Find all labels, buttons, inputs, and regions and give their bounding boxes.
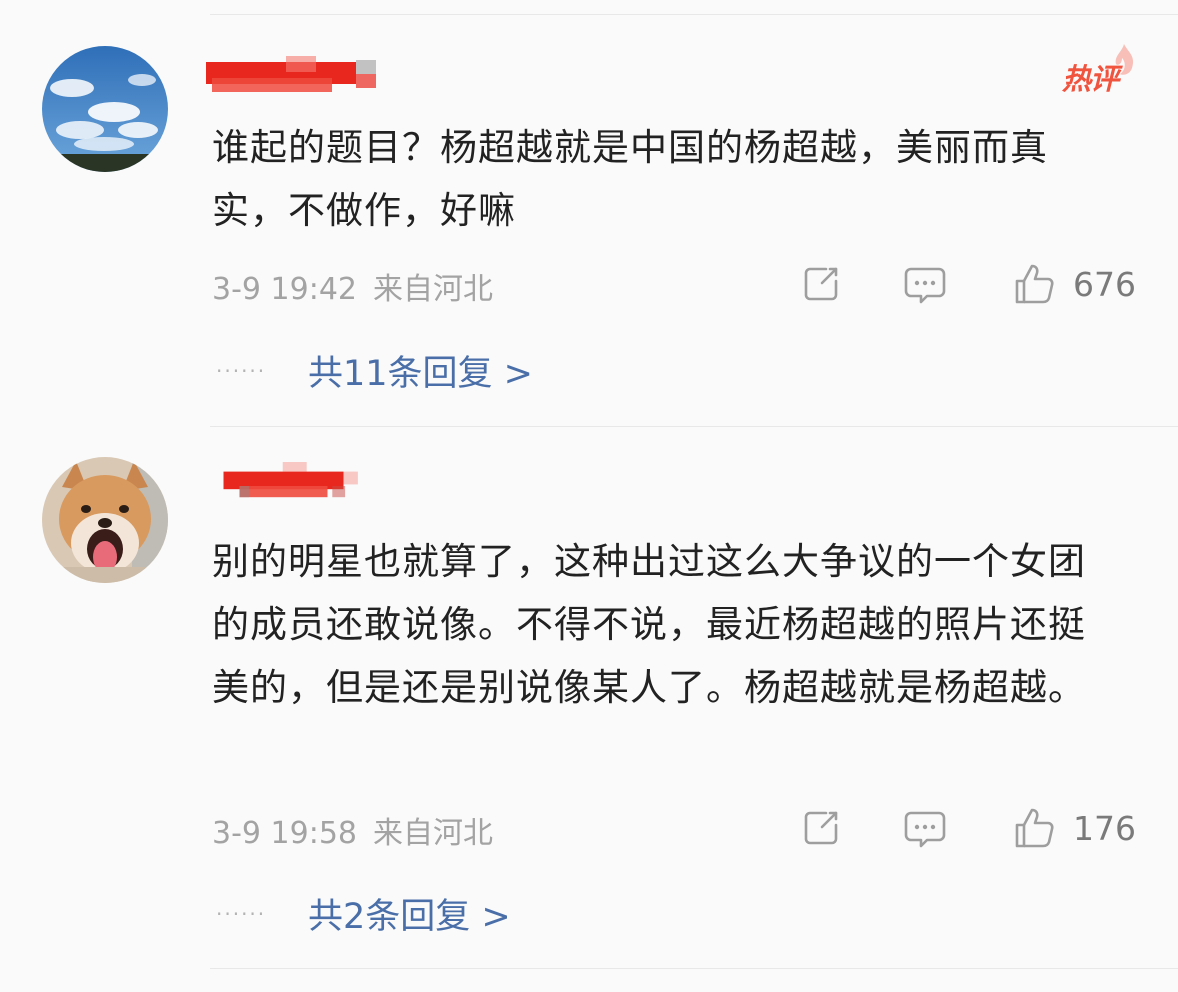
- comment-icon: [904, 267, 946, 304]
- share-button[interactable]: [797, 804, 845, 852]
- comment-meta: 3-9 19:58 来自河北: [212, 808, 493, 852]
- like-button[interactable]: [1011, 804, 1059, 852]
- comment-icon: [904, 811, 946, 848]
- replies-row: ······ 共2条回复 >: [216, 888, 511, 939]
- redacted-username: [206, 56, 376, 92]
- comment-time: 3-9 19:42: [212, 272, 357, 307]
- like-icon: [1015, 264, 1054, 304]
- comment-divider: [210, 426, 1178, 427]
- sky-clouds-avatar-icon: [42, 46, 168, 172]
- comment-location: 来自河北: [373, 272, 493, 307]
- bottom-divider: [210, 968, 1178, 969]
- top-divider: [210, 14, 1178, 15]
- share-button[interactable]: [797, 260, 845, 308]
- comment-actions: 676: [797, 260, 1136, 308]
- view-replies-link[interactable]: 共11条回复 >: [308, 345, 533, 396]
- like-count: 676: [1073, 264, 1136, 304]
- share-icon: [804, 267, 838, 301]
- hot-flame-icon: [1115, 44, 1134, 75]
- like-icon: [1015, 808, 1054, 848]
- comment-button[interactable]: [901, 260, 949, 308]
- replies-row: ······ 共11条回复 >: [216, 345, 533, 396]
- like-button[interactable]: [1011, 260, 1059, 308]
- hot-comment-badge: 热评: [1058, 44, 1138, 96]
- comment-text: 别的明星也就算了，这种出过这么大争议的一个女团的成员还敢说像。不得不说，最近杨超…: [212, 540, 1086, 709]
- comment-actions: 176: [797, 804, 1136, 852]
- avatar[interactable]: [42, 46, 168, 172]
- share-icon: [804, 811, 838, 845]
- comment-location: 来自河北: [373, 816, 493, 851]
- comment-button[interactable]: [901, 804, 949, 852]
- dots-divider: ······: [216, 901, 267, 926]
- like-count: 176: [1073, 808, 1136, 848]
- redacted-username: [223, 462, 358, 498]
- shiba-dog-avatar-icon: [42, 457, 168, 583]
- comment-text: 谁起的题目？杨超越就是中国的杨超越，美丽而真实，不做作，好嘛: [212, 126, 1048, 232]
- comment-time: 3-9 19:58: [212, 816, 357, 851]
- avatar[interactable]: [42, 457, 168, 583]
- dots-divider: ······: [216, 358, 267, 383]
- view-replies-link[interactable]: 共2条回复 >: [308, 888, 511, 939]
- comment-meta: 3-9 19:42 来自河北: [212, 264, 493, 308]
